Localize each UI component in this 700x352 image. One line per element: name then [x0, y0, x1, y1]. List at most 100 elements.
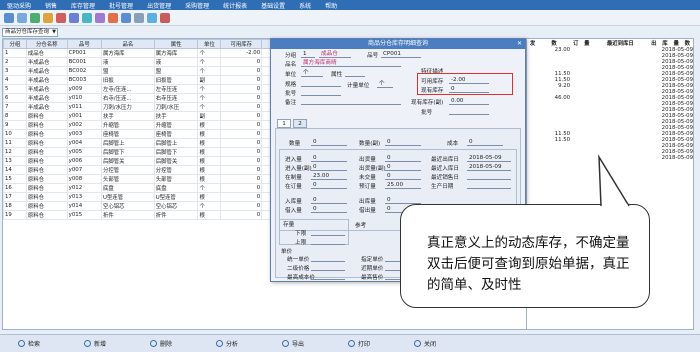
column-header[interactable]: 最近到库日 [592, 39, 648, 47]
close-icon[interactable]: ✕ [517, 39, 522, 49]
last-out-field[interactable]: 2018-05-09 [467, 154, 511, 162]
refresh-icon[interactable] [30, 12, 40, 23]
query-type-select[interactable]: 商品分仓库存查询 ▼ [2, 27, 58, 37]
bottom-button[interactable]: 分析 [210, 338, 272, 350]
loan-field[interactable]: 0 [311, 205, 347, 213]
column-header[interactable]: 发 [527, 39, 538, 47]
batch-field[interactable] [449, 107, 489, 115]
copy-icon[interactable] [121, 12, 131, 23]
help-icon[interactable] [147, 12, 157, 23]
menu-item[interactable]: 统计报表 [216, 1, 254, 10]
lower-field[interactable] [311, 228, 345, 236]
table-row[interactable]: 9原料仓y002升缩管升缩管根046 [3, 120, 303, 130]
table-row[interactable]: 7 半成品仓 y011 刀刺/水压力 刀刺/水压个 0 [3, 102, 303, 112]
table-row[interactable]: 17 原料仓 y013 U型连管 U型连管根 0 [3, 192, 303, 202]
attr-field[interactable] [345, 69, 365, 77]
column-header[interactable]: 单位 [197, 39, 222, 49]
bottom-button[interactable]: 导出 [276, 338, 338, 350]
column-header[interactable]: 数 [538, 39, 570, 47]
table-row[interactable]: 3 半成品仓 BC002 盟盟个 0 [3, 66, 303, 76]
column-header[interactable]: 订 [570, 39, 581, 47]
reserve-field[interactable]: 25.00 [385, 181, 421, 189]
group-field[interactable]: 1 [301, 50, 315, 58]
upper-field[interactable] [311, 237, 345, 245]
table-row[interactable]: 10 原料仓 y003 座椅管 座椅管根 0 [3, 129, 303, 139]
bottom-button[interactable]: 检索 [12, 338, 74, 350]
avail-field[interactable]: -2.00 [449, 76, 489, 84]
column-header[interactable]: 属性 [153, 39, 199, 49]
column-header[interactable]: 品名 [100, 39, 155, 49]
menu-item[interactable]: 帮助 [318, 1, 344, 10]
column-header[interactable]: 出 [648, 39, 659, 47]
out2-field[interactable]: 0 [385, 163, 421, 171]
exit-icon[interactable] [160, 12, 170, 23]
table-row[interactable]: 18 原料仓 y014 空心铝芯 空心铝芯个 0 [3, 201, 303, 211]
menu-item[interactable]: 库存管理 [64, 1, 102, 10]
column-header[interactable]: 品号 [66, 39, 102, 49]
table-row[interactable]: 19 原料仓 y015 折件 折件根 0 [3, 210, 303, 220]
menu-item[interactable]: 销售 [38, 1, 64, 10]
column-header[interactable]: 量 [581, 39, 592, 47]
store-out-field[interactable]: 0 [385, 196, 421, 204]
column-header[interactable]: 量 [671, 39, 682, 47]
save-icon[interactable] [4, 12, 14, 23]
column-header[interactable]: 数 [682, 39, 693, 47]
export-icon[interactable] [69, 12, 79, 23]
last-sale-field[interactable] [467, 172, 511, 180]
table-row[interactable]: 8 原料仓 y001 扶手 扶手副 0 [3, 111, 303, 121]
table-row[interactable]: 12 原料仓 y005 后脚管下 后脚管下根 0 [3, 147, 303, 157]
qty-field[interactable]: 0 [311, 138, 347, 146]
table-row[interactable]: 2 半成品仓 BC001 液液个 0 [3, 57, 303, 67]
onhand-field[interactable]: 0 [449, 85, 489, 93]
menu-item[interactable]: 采购管理 [178, 1, 216, 10]
table-row[interactable]: 15 原料仓 y008 头部管 头部管根 0 [3, 174, 303, 184]
filter-icon[interactable] [56, 12, 66, 23]
in2-field[interactable]: 0 [311, 163, 347, 171]
unit-field[interactable]: 个 [301, 69, 323, 77]
bottom-button[interactable]: 删除 [144, 338, 206, 350]
table-row[interactable]: 6 半成品仓 y010 右寺/压连... 右寺压连个 0 [3, 93, 303, 103]
menu-item[interactable]: 系统 [292, 1, 318, 10]
delete-icon[interactable] [108, 12, 118, 23]
settings-icon[interactable] [134, 12, 144, 23]
table-row[interactable]: 1 成品仓 CP001 属方海库 属方海库个 -2.00 [3, 48, 303, 58]
store-in-field[interactable]: 0 [311, 196, 347, 204]
tab-2[interactable]: 2 [293, 119, 307, 128]
edit-icon[interactable] [95, 12, 105, 23]
bottom-button[interactable]: 新增 [78, 338, 140, 350]
produce-field[interactable] [467, 181, 511, 189]
menu-item[interactable]: 驱动采购 [0, 1, 38, 10]
bottom-button[interactable]: 关闭 [408, 338, 470, 350]
search-icon[interactable] [43, 12, 53, 23]
inbound-field[interactable]: 0 [385, 172, 421, 180]
avg-cost-field[interactable] [311, 272, 345, 280]
table-row[interactable]: 13 原料仓 y006 后脚管关 后脚管关根 0 [3, 156, 303, 166]
menu-item[interactable]: 批号管理 [102, 1, 140, 10]
table-row[interactable]: 4 半成品仓 BC003 旧扳 旧扳管副 0 [3, 75, 303, 85]
in-field[interactable]: 0 [311, 154, 347, 162]
table-row[interactable]: 2018-05-09 [527, 155, 693, 161]
menu-item[interactable]: 出货管理 [140, 1, 178, 10]
column-header[interactable]: 可用库存 [220, 39, 263, 49]
inv-field[interactable]: 0 [385, 138, 421, 146]
warehouse-field[interactable]: 成品仓 [319, 50, 351, 58]
column-header[interactable]: 分仓名称 [25, 39, 68, 49]
unit-price-field[interactable] [311, 254, 345, 262]
print-icon[interactable] [17, 12, 27, 23]
column-header[interactable]: 分组 [3, 39, 27, 49]
lot-field[interactable] [301, 88, 341, 96]
out-field[interactable]: 0 [385, 154, 421, 162]
table-row[interactable]: 14 原料仓 y007 分控管 分控管根 0 [3, 165, 303, 175]
table-row[interactable]: 11 原料仓 y004 后脚管上 后脚管上根 0 [3, 138, 303, 148]
order-field[interactable]: 0 [311, 181, 347, 189]
price-field[interactable] [311, 263, 345, 271]
table-row[interactable]: 16 原料仓 y012 底盘 底盘个 0 [3, 183, 303, 193]
menu-item[interactable]: 基础设置 [254, 1, 292, 10]
chart-icon[interactable] [82, 12, 92, 23]
spec-field[interactable] [301, 79, 341, 87]
code-field[interactable]: CP001 [381, 50, 421, 58]
bottom-button[interactable]: 打印 [342, 338, 404, 350]
last-in-field[interactable]: 2018-05-09 [467, 163, 511, 171]
table-row[interactable]: 5 半成品仓 y009 左寺/压连... 左寺压连个 0 [3, 84, 303, 94]
tab-1[interactable]: 1 [277, 119, 291, 128]
